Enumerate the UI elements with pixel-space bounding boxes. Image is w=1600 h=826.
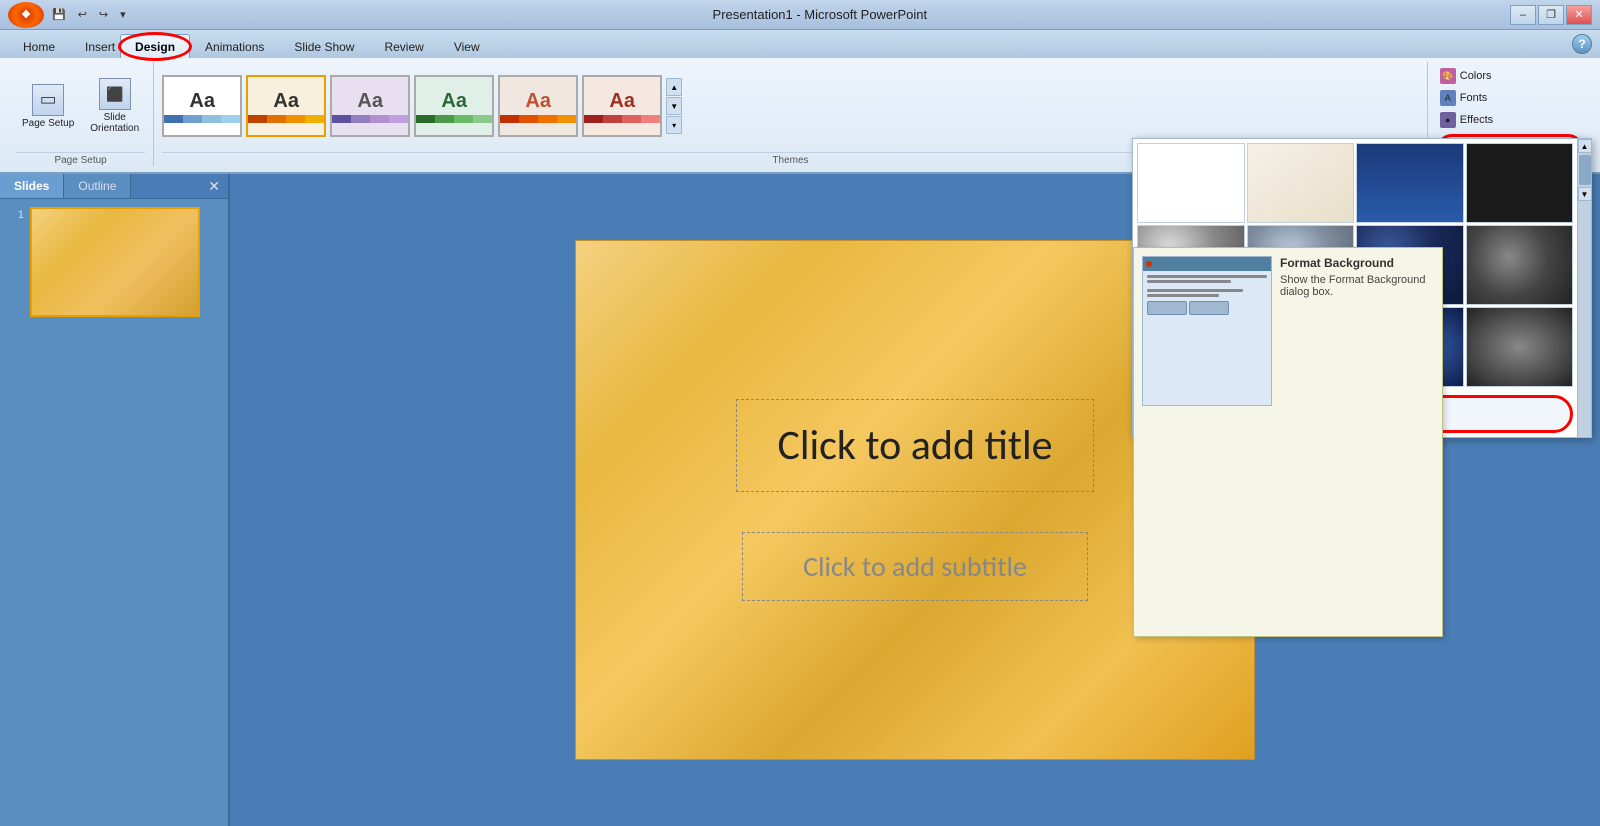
slide-title-box[interactable]: Click to add title [736, 399, 1093, 492]
theme-scroll-down[interactable]: ▼ [666, 97, 682, 115]
scroll-thumb[interactable] [1579, 155, 1591, 185]
tab-home[interactable]: Home [8, 34, 70, 58]
sidebar-tab-outline[interactable]: Outline [64, 174, 131, 198]
restore-button[interactable]: ❐ [1538, 5, 1564, 25]
redo-button[interactable]: ↪ [95, 6, 112, 23]
effects-label: Effects [1460, 114, 1493, 126]
minimize-button[interactable]: – [1510, 5, 1536, 25]
dropdown-scrollbar: ▲ ▼ [1577, 139, 1591, 437]
slide-number-1: 1 [8, 207, 24, 221]
scroll-up-arrow[interactable]: ▲ [1578, 139, 1592, 153]
undo-button[interactable]: ↩ [74, 6, 91, 23]
save-button[interactable]: 💾 [48, 6, 70, 23]
tooltip-desc: Show the Format Background dialog box. [1280, 274, 1434, 298]
fonts-icon: A [1440, 90, 1456, 106]
tab-insert[interactable]: Insert [70, 34, 120, 58]
page-setup-button[interactable]: ▭ Page Setup [16, 82, 80, 131]
background-styles-dropdown: 🖼 Format Background... ▲ ▼ [1132, 138, 1592, 438]
theme-item-4[interactable]: Aa [414, 75, 494, 137]
help-button[interactable]: ? [1572, 34, 1592, 54]
theme-item-2[interactable]: Aa [246, 75, 326, 137]
tooltip-preview-inner [1143, 257, 1271, 405]
page-setup-group-label: Page Setup [16, 152, 145, 166]
office-button[interactable]: ❖ [8, 2, 44, 28]
theme-more[interactable]: ▾ [666, 116, 682, 134]
title-bar: ❖ 💾 ↩ ↪ ▾ Presentation1 - Microsoft Powe… [0, 0, 1600, 30]
slide-thumbnail-1: 1 [8, 207, 220, 317]
slide-thumb-image-1[interactable] [30, 207, 200, 317]
bg-swatch-3[interactable] [1356, 143, 1464, 223]
slide-subtitle-placeholder: Click to add subtitle [803, 549, 1027, 584]
scroll-down-arrow[interactable]: ▼ [1578, 187, 1592, 201]
page-setup-icon: ▭ [32, 84, 64, 116]
colors-label: Colors [1460, 70, 1492, 82]
bg-swatch-1[interactable] [1137, 143, 1245, 223]
tab-review[interactable]: Review [369, 34, 438, 58]
tooltip-preview-image [1142, 256, 1272, 406]
page-setup-label: Page Setup [22, 118, 74, 129]
effects-icon: ● [1440, 112, 1456, 128]
tab-animations[interactable]: Animations [190, 34, 279, 58]
tooltip-line-4 [1147, 294, 1219, 297]
colors-button[interactable]: 🎨 Colors [1436, 66, 1584, 86]
tab-slideshow[interactable]: Slide Show [279, 34, 369, 58]
fonts-label: Fonts [1460, 92, 1488, 104]
tab-view[interactable]: View [439, 34, 495, 58]
bg-swatch-2[interactable] [1247, 143, 1355, 223]
sidebar-tabs: Slides Outline ✕ [0, 174, 228, 199]
format-background-tooltip: Format Background Show the Format Backgr… [1133, 247, 1443, 637]
sidebar-close-button[interactable]: ✕ [200, 174, 228, 198]
title-bar-left: ❖ 💾 ↩ ↪ ▾ [8, 2, 130, 28]
slide-orientation-label: SlideOrientation [90, 112, 139, 134]
tab-design[interactable]: Design [120, 34, 190, 58]
tooltip-title: Format Background [1280, 256, 1434, 270]
theme-scroll-up[interactable]: ▲ [666, 78, 682, 96]
tooltip-line-2 [1147, 280, 1231, 283]
slide-subtitle-box[interactable]: Click to add subtitle [742, 532, 1088, 601]
slide-orientation-icon: ⬛ [99, 78, 131, 110]
bg-swatch-4[interactable] [1466, 143, 1574, 223]
theme-item-1[interactable]: Aa [162, 75, 242, 137]
themes-gallery: Aa Aa Aa Aa [162, 62, 1419, 150]
theme-item-5[interactable]: Aa [498, 75, 578, 137]
close-button[interactable]: ✕ [1566, 5, 1592, 25]
window-title: Presentation1 - Microsoft PowerPoint [130, 7, 1510, 22]
tooltip-line-1 [1147, 275, 1267, 278]
sidebar-tab-slides[interactable]: Slides [0, 174, 64, 198]
tooltip-text-area: Format Background Show the Format Backgr… [1280, 256, 1434, 298]
qat-dropdown[interactable]: ▾ [116, 6, 130, 23]
effects-button[interactable]: ● Effects [1436, 110, 1584, 130]
sidebar: Slides Outline ✕ 1 [0, 174, 230, 826]
page-setup-group: ▭ Page Setup ⬛ SlideOrientation Page Set… [8, 62, 154, 166]
slide-orientation-button[interactable]: ⬛ SlideOrientation [84, 76, 145, 136]
bg-swatch-12[interactable] [1466, 307, 1574, 387]
slide-title-placeholder: Click to add title [777, 420, 1052, 471]
main-area: Slides Outline ✕ 1 Click to add title Cl… [0, 174, 1600, 826]
fonts-button[interactable]: A Fonts [1436, 88, 1584, 108]
window-controls: – ❐ ✕ [1510, 5, 1592, 25]
theme-item-3[interactable]: Aa [330, 75, 410, 137]
tooltip-preview-body [1143, 271, 1271, 405]
slides-panel: 1 [0, 199, 228, 826]
ribbon-tabs: Home Insert Design Animations Slide Show… [0, 30, 1600, 58]
page-setup-btns: ▭ Page Setup ⬛ SlideOrientation [16, 62, 145, 150]
colors-icon: 🎨 [1440, 68, 1456, 84]
tooltip-line-3 [1147, 289, 1243, 292]
theme-item-6[interactable]: Aa [582, 75, 662, 137]
tooltip-preview-titlebar [1143, 257, 1271, 271]
bg-swatch-8[interactable] [1466, 225, 1574, 305]
tooltip-preview-dot [1146, 261, 1152, 267]
theme-scroll-buttons: ▲ ▼ ▾ [666, 78, 682, 134]
